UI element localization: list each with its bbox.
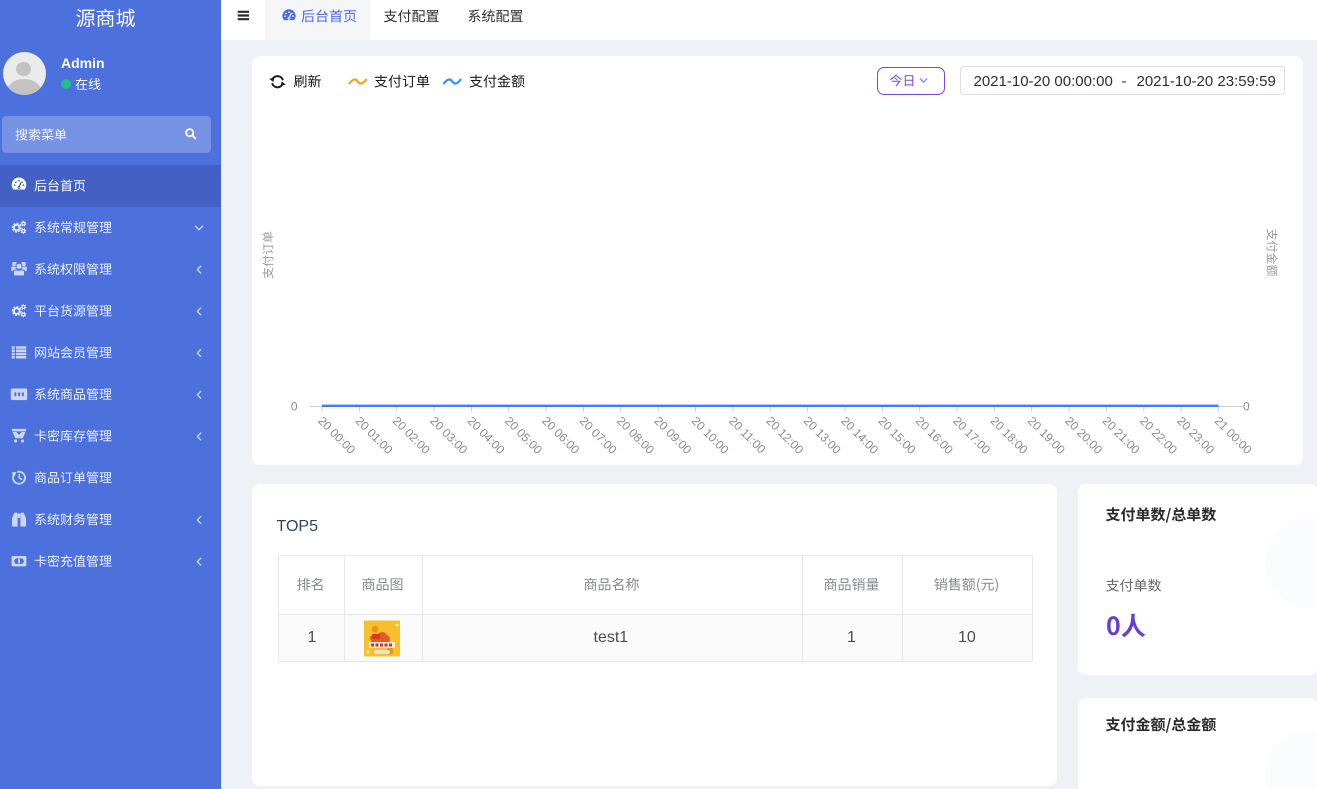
svg-text:20 01:00: 20 01:00 [353,414,396,457]
svg-text:20 22:00: 20 22:00 [1137,414,1180,457]
svg-text:20 08:00: 20 08:00 [614,414,657,457]
svg-text:20 09:00: 20 09:00 [651,414,694,457]
svg-text:20 16:00: 20 16:00 [913,414,956,457]
svg-text:20 07:00: 20 07:00 [577,414,620,457]
svg-text:20 03:00: 20 03:00 [427,414,470,457]
svg-text:20 06:00: 20 06:00 [539,414,582,457]
svg-text:20 14:00: 20 14:00 [838,414,881,457]
svg-text:20 05:00: 20 05:00 [502,414,545,457]
svg-text:20 13:00: 20 13:00 [801,414,844,457]
svg-text:20 21:00: 20 21:00 [1100,414,1143,457]
svg-text:21 00:00: 21 00:00 [1212,414,1255,457]
svg-text:20 11:00: 20 11:00 [726,414,769,457]
svg-text:20 10:00: 20 10:00 [689,414,732,457]
svg-text:20 23:00: 20 23:00 [1174,414,1217,457]
svg-text:20 15:00: 20 15:00 [876,414,919,457]
svg-text:20 19:00: 20 19:00 [1025,414,1068,457]
svg-text:20 20:00: 20 20:00 [1062,414,1105,457]
svg-text:20 04:00: 20 04:00 [465,414,508,457]
svg-text:20 12:00: 20 12:00 [763,414,806,457]
svg-text:0: 0 [291,400,298,414]
svg-text:0: 0 [1243,400,1250,414]
svg-text:20 18:00: 20 18:00 [988,414,1031,457]
svg-text:20 02:00: 20 02:00 [390,414,433,457]
svg-text:20 17:00: 20 17:00 [950,414,993,457]
svg-text:20 00:00: 20 00:00 [315,414,358,457]
